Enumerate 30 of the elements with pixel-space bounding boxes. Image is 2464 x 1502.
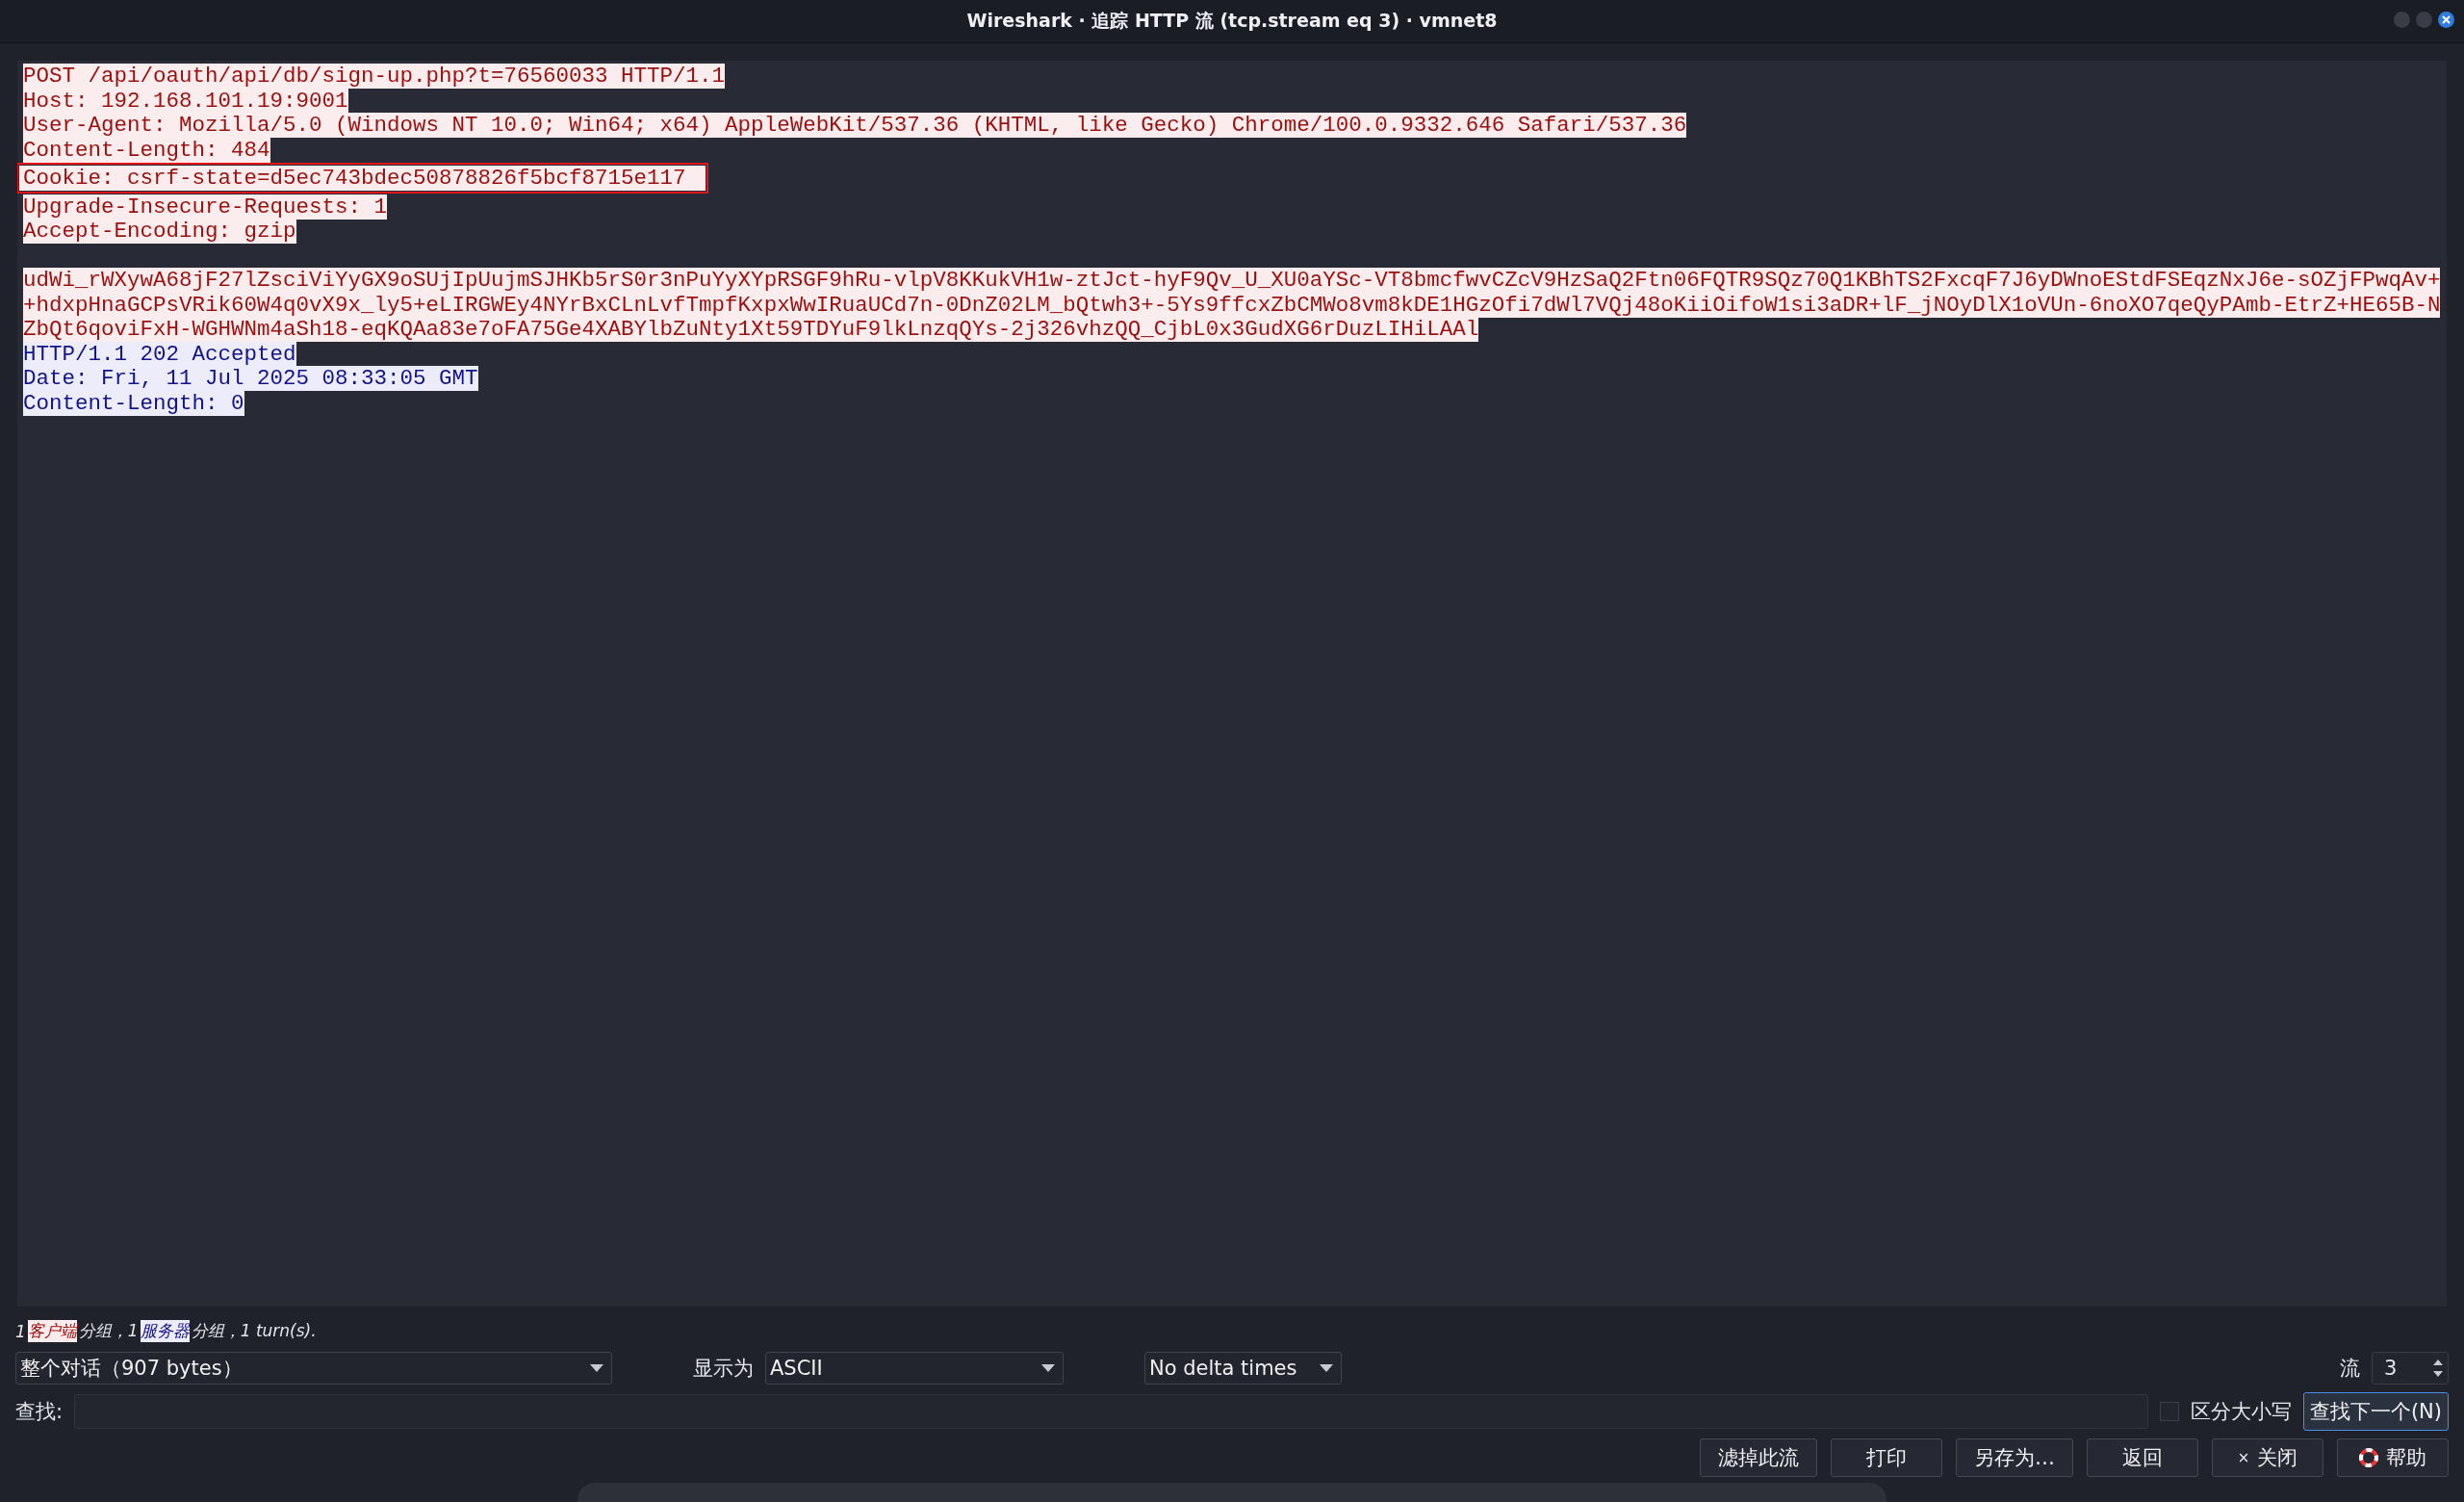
dialog-button[interactable]: 返回 [2087, 1438, 2198, 1477]
window-title: Wireshark · 追踪 HTTP 流 (tcp.stream eq 3) · vmnet8 [966, 9, 1498, 33]
stream-label: 流 [2340, 1356, 2360, 1382]
server-tag: 服务器 [140, 1320, 190, 1342]
dropdown-caret-icon [1041, 1364, 1055, 1372]
help-button[interactable]: 帮助 [2337, 1438, 2449, 1477]
find-next-button[interactable]: 查找下一个(N) [2302, 1392, 2449, 1431]
summary-text: 分组，1 turn(s). [191, 1320, 317, 1342]
conversation-select[interactable]: 整个对话（907 bytes） [15, 1352, 612, 1385]
show-as-select[interactable]: ASCII [765, 1352, 1064, 1385]
dropdown-caret-icon [590, 1364, 603, 1372]
summary-text: 1 [15, 1321, 26, 1341]
summary-text: 分组，1 [78, 1320, 139, 1342]
close-icon [2442, 15, 2451, 24]
close-dialog-button[interactable]: × 关闭 [2212, 1438, 2323, 1477]
client-tag: 客户端 [27, 1320, 77, 1342]
stream-spinbox[interactable]: 3 [2372, 1352, 2449, 1385]
case-sensitive-checkbox[interactable] [2159, 1402, 2179, 1421]
dialog-button[interactable]: 打印 [1831, 1438, 1942, 1477]
close-button[interactable] [2438, 12, 2454, 28]
lifebuoy-icon [2359, 1448, 2378, 1467]
delta-times-select[interactable]: No delta times [1144, 1352, 1342, 1385]
case-sensitive-label: 区分大小写 [2190, 1399, 2292, 1425]
dropdown-caret-icon [1320, 1364, 1333, 1372]
show-as-label: 显示为 [693, 1356, 754, 1382]
dialog-button[interactable]: 另存为… [1956, 1438, 2073, 1477]
find-label: 查找: [15, 1399, 64, 1425]
minimize-button[interactable] [2394, 12, 2410, 28]
maximize-button[interactable] [2416, 12, 2432, 28]
dialog-button[interactable]: 滤掉此流 [1700, 1438, 1817, 1477]
